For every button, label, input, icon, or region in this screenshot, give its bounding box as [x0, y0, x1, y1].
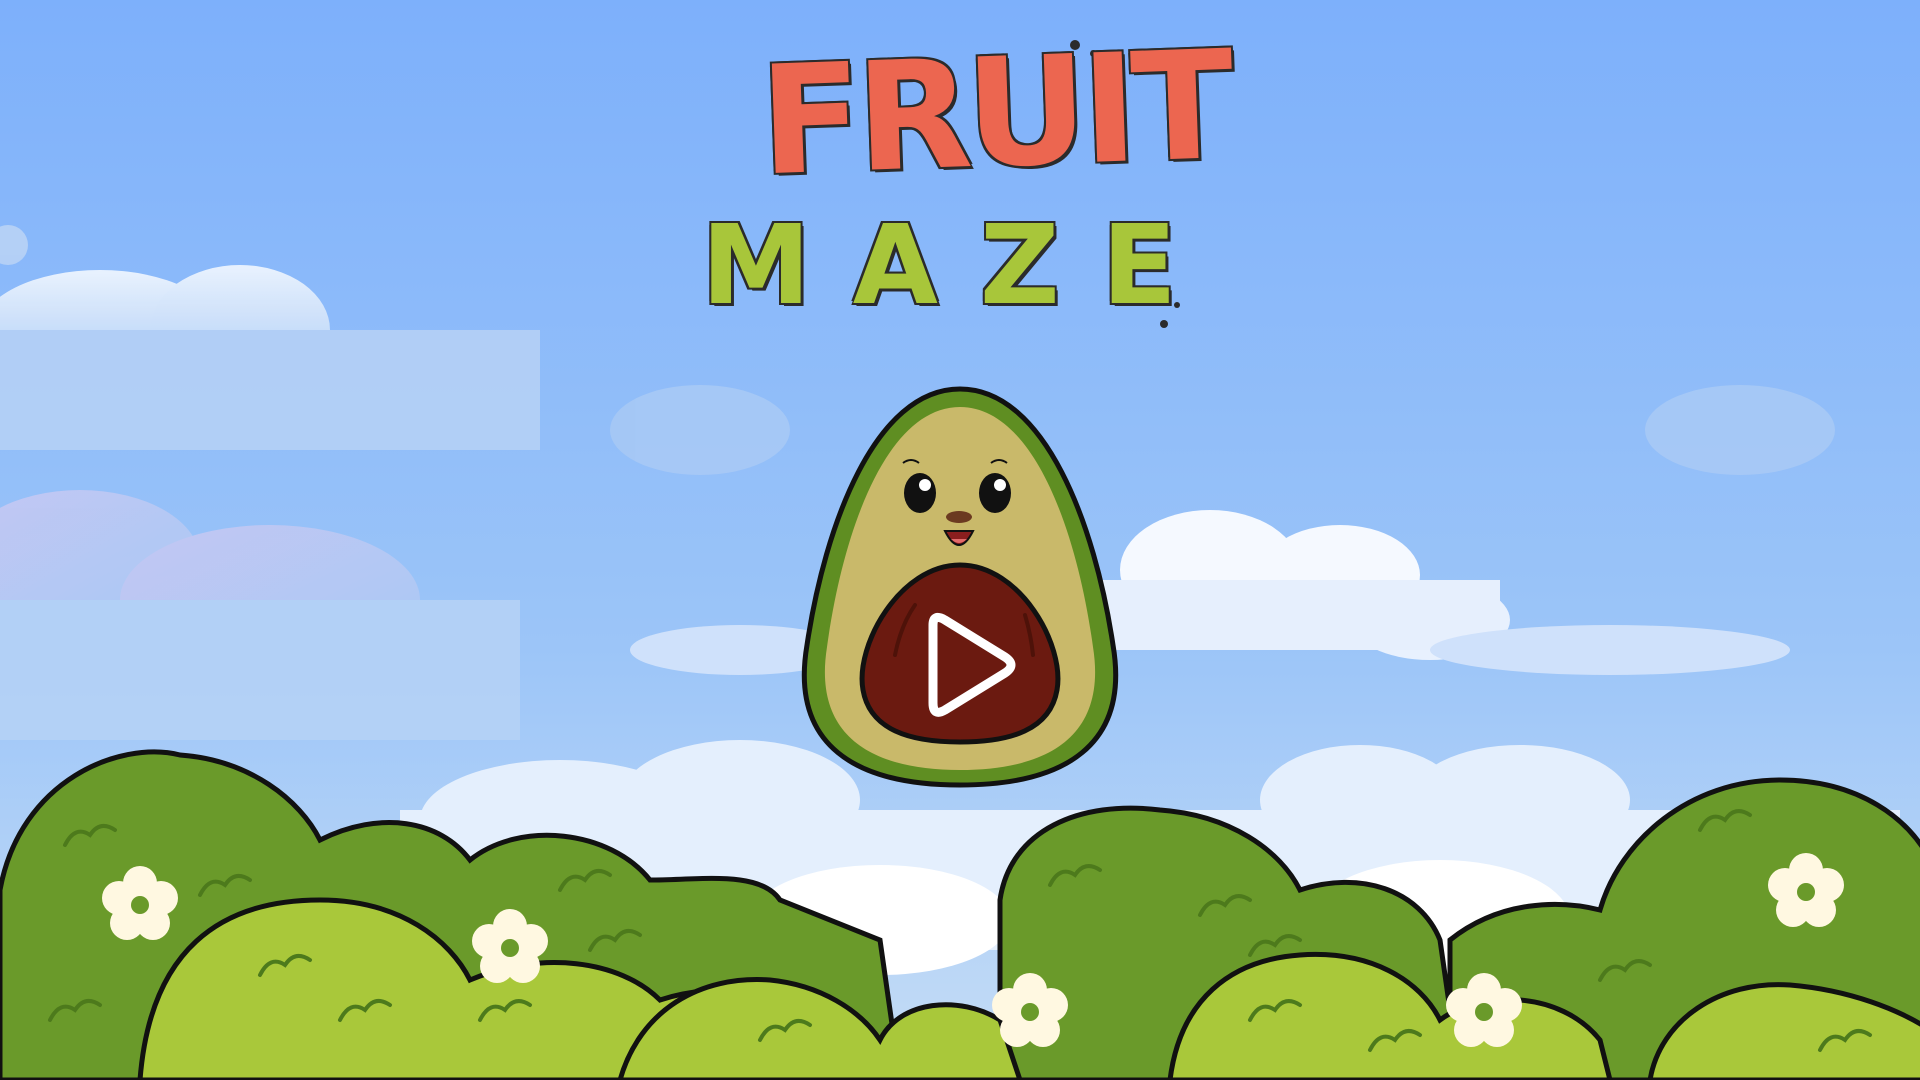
title-maze: MAZE: [701, 201, 1219, 329]
play-button[interactable]: [795, 385, 1125, 790]
avocado-character: [801, 386, 1119, 788]
title-fruit: FRUIT: [757, 19, 1231, 210]
game-title: FRUIT MAZE: [700, 19, 1231, 350]
